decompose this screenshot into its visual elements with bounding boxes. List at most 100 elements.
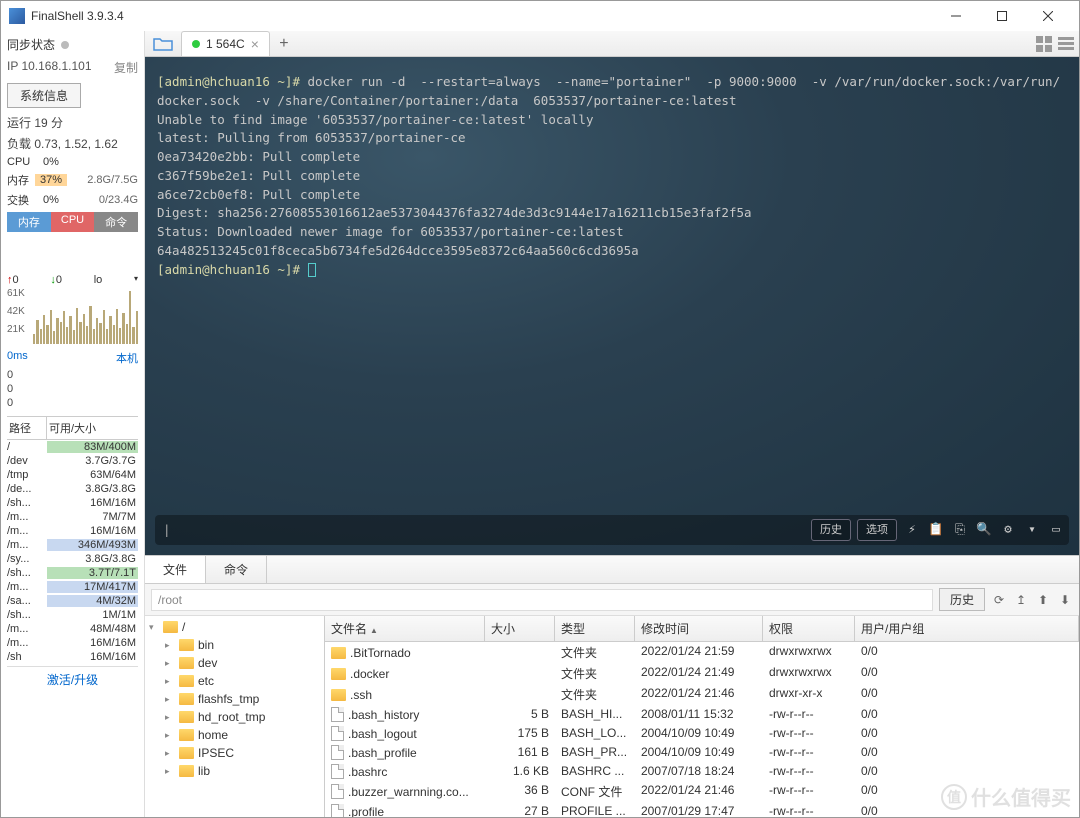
copy-icon[interactable]: ⎘ bbox=[951, 521, 969, 539]
disk-row[interactable]: /sh16M/16M bbox=[7, 650, 138, 664]
sync-status: 同步状态 bbox=[7, 33, 138, 56]
open-folder-button[interactable] bbox=[149, 32, 177, 56]
terminal-options-button[interactable]: 选项 bbox=[857, 519, 897, 542]
disk-row[interactable]: /tmp63M/64M bbox=[7, 468, 138, 482]
file-row[interactable]: .bash_profile161 BBASH_PR...2004/10/09 1… bbox=[325, 743, 1079, 762]
refresh-icon[interactable]: ⟳ bbox=[991, 593, 1007, 607]
folder-tree[interactable]: ▾/ ▸bin▸dev▸etc▸flashfs_tmp▸hd_root_tmp▸… bbox=[145, 616, 325, 817]
terminal-line: Status: Downloaded newer image for 60535… bbox=[157, 223, 1067, 242]
tree-item[interactable]: ▸lib bbox=[145, 762, 324, 780]
close-tab-icon[interactable]: × bbox=[251, 36, 259, 52]
add-tab-button[interactable]: + bbox=[274, 34, 294, 54]
sync-dot-icon bbox=[61, 41, 69, 49]
tree-item[interactable]: ▸etc bbox=[145, 672, 324, 690]
file-row[interactable]: .bashrc1.6 KBBASHRC ...2007/07/18 18:24-… bbox=[325, 762, 1079, 781]
file-row[interactable]: .docker文件夹2022/01/24 21:49drwxrwxrwx0/0 bbox=[325, 663, 1079, 684]
uptime-label: 运行 19 分 bbox=[7, 112, 138, 133]
disk-row[interactable]: /m...16M/16M bbox=[7, 524, 138, 538]
tree-root[interactable]: ▾/ bbox=[145, 618, 324, 636]
tree-item[interactable]: ▸dev bbox=[145, 654, 324, 672]
copy-ip-link[interactable]: 复制 bbox=[114, 59, 138, 76]
path-input[interactable]: /root bbox=[151, 589, 933, 611]
tab-files[interactable]: 文件 bbox=[145, 556, 206, 583]
file-row[interactable]: .buzzer_warnning.co...36 BCONF 文件2022/01… bbox=[325, 781, 1079, 802]
title-bar: FinalShell 3.9.3.4 bbox=[1, 1, 1079, 31]
path-history-button[interactable]: 历史 bbox=[939, 588, 985, 611]
terminal-line: latest: Pulling from 6053537/portainer-c… bbox=[157, 129, 1067, 148]
network-row: ↑0 ↓0 lo▾ bbox=[7, 272, 138, 288]
disk-row[interactable]: /de...3.8G/3.8G bbox=[7, 482, 138, 496]
file-row[interactable]: .ssh文件夹2022/01/24 21:46drwxr-xr-x0/0 bbox=[325, 684, 1079, 705]
ip-label: IP 10.168.1.101 bbox=[7, 59, 92, 76]
activate-link[interactable]: 激活/升级 bbox=[7, 666, 138, 692]
cpu-metric: CPU0% bbox=[7, 154, 138, 170]
tree-item[interactable]: ▸IPSEC bbox=[145, 744, 324, 762]
close-button[interactable] bbox=[1025, 1, 1071, 31]
tab-memory[interactable]: 内存 bbox=[7, 212, 51, 232]
tab-cpu[interactable]: CPU bbox=[51, 212, 95, 232]
folder-icon bbox=[179, 729, 194, 741]
disk-row[interactable]: /m...17M/417M bbox=[7, 580, 138, 594]
folder-icon bbox=[331, 689, 346, 701]
disk-row[interactable]: /83M/400M bbox=[7, 440, 138, 454]
file-icon bbox=[331, 804, 344, 817]
maximize-button[interactable] bbox=[979, 1, 1025, 31]
bolt-icon[interactable]: ⚡ bbox=[903, 521, 921, 539]
disk-row[interactable]: /sa...4M/32M bbox=[7, 594, 138, 608]
tab-command[interactable]: 命令 bbox=[94, 212, 138, 232]
tree-item[interactable]: ▸flashfs_tmp bbox=[145, 690, 324, 708]
minimize-button[interactable] bbox=[933, 1, 979, 31]
file-panel: 文件 命令 /root 历史 ⟳ ↥ ⬆ ⬇ ▾/ ▸bin▸dev▸et bbox=[145, 555, 1079, 817]
file-row[interactable]: .profile27 BPROFILE ...2007/01/29 17:47-… bbox=[325, 802, 1079, 817]
up-dir-icon[interactable]: ↥ bbox=[1013, 593, 1029, 607]
folder-icon bbox=[179, 639, 194, 651]
disk-table-header: 路径 可用/大小 bbox=[7, 416, 138, 440]
fullscreen-icon[interactable]: ▭ bbox=[1047, 521, 1065, 539]
disk-row[interactable]: /sh...3.7T/7.1T bbox=[7, 566, 138, 580]
tree-item[interactable]: ▸home bbox=[145, 726, 324, 744]
tree-item[interactable]: ▸bin bbox=[145, 636, 324, 654]
file-row[interactable]: .BitTornado文件夹2022/01/24 21:59drwxrwxrwx… bbox=[325, 642, 1079, 663]
app-logo-icon bbox=[9, 8, 25, 24]
expand-icon[interactable]: ▾ bbox=[1023, 521, 1041, 539]
folder-icon bbox=[179, 675, 194, 687]
folder-icon bbox=[179, 711, 194, 723]
disk-row[interactable]: /sy...3.8G/3.8G bbox=[7, 552, 138, 566]
disk-row[interactable]: /sh...16M/16M bbox=[7, 496, 138, 510]
search-icon[interactable]: 🔍 bbox=[975, 521, 993, 539]
window-title: FinalShell 3.9.3.4 bbox=[31, 9, 933, 23]
disk-row[interactable]: /m...16M/16M bbox=[7, 636, 138, 650]
tab-bar: 1 564C × + bbox=[145, 31, 1079, 57]
file-row[interactable]: .bash_history5 BBASH_HI...2008/01/11 15:… bbox=[325, 705, 1079, 724]
list-view-icon[interactable] bbox=[1057, 35, 1075, 53]
file-row[interactable]: .bash_logout175 BBASH_LO...2004/10/09 10… bbox=[325, 724, 1079, 743]
disk-row[interactable]: /m...48M/48M bbox=[7, 622, 138, 636]
disk-row[interactable]: /sh...1M/1M bbox=[7, 608, 138, 622]
tree-item[interactable]: ▸hd_root_tmp bbox=[145, 708, 324, 726]
download-icon[interactable]: ⬇ bbox=[1057, 593, 1073, 607]
upload-icon[interactable]: ⬆ bbox=[1035, 593, 1051, 607]
folder-icon bbox=[179, 747, 194, 759]
session-tab[interactable]: 1 564C × bbox=[181, 31, 270, 56]
terminal[interactable]: [admin@hchuan16 ~]# docker run -d --rest… bbox=[145, 57, 1079, 555]
disk-row[interactable]: /m...7M/7M bbox=[7, 510, 138, 524]
file-list-header[interactable]: 文件名▲ 大小 类型 修改时间 权限 用户/用户组 bbox=[325, 616, 1079, 642]
tab-commands[interactable]: 命令 bbox=[206, 556, 267, 583]
system-info-button[interactable]: 系统信息 bbox=[7, 83, 81, 108]
folder-icon bbox=[179, 693, 194, 705]
terminal-line: [admin@hchuan16 ~]# docker run -d --rest… bbox=[157, 73, 1067, 111]
loadavg-label: 负载 0.73, 1.52, 1.62 bbox=[7, 133, 138, 154]
folder-icon bbox=[179, 657, 194, 669]
terminal-line: [admin@hchuan16 ~]# bbox=[157, 261, 1067, 280]
disk-row[interactable]: /m...346M/493M bbox=[7, 538, 138, 552]
file-icon bbox=[331, 764, 344, 779]
host-label[interactable]: 本机 bbox=[116, 350, 138, 366]
clipboard-icon[interactable]: 📋 bbox=[927, 521, 945, 539]
folder-icon bbox=[163, 621, 178, 633]
grid-view-icon[interactable] bbox=[1035, 35, 1053, 53]
disk-row[interactable]: /dev3.7G/3.7G bbox=[7, 454, 138, 468]
gear-icon[interactable]: ⚙ bbox=[999, 521, 1017, 539]
terminal-line: Unable to find image '6053537/portainer-… bbox=[157, 111, 1067, 130]
terminal-history-button[interactable]: 历史 bbox=[811, 519, 851, 542]
terminal-line: c367f59be2e1: Pull complete bbox=[157, 167, 1067, 186]
